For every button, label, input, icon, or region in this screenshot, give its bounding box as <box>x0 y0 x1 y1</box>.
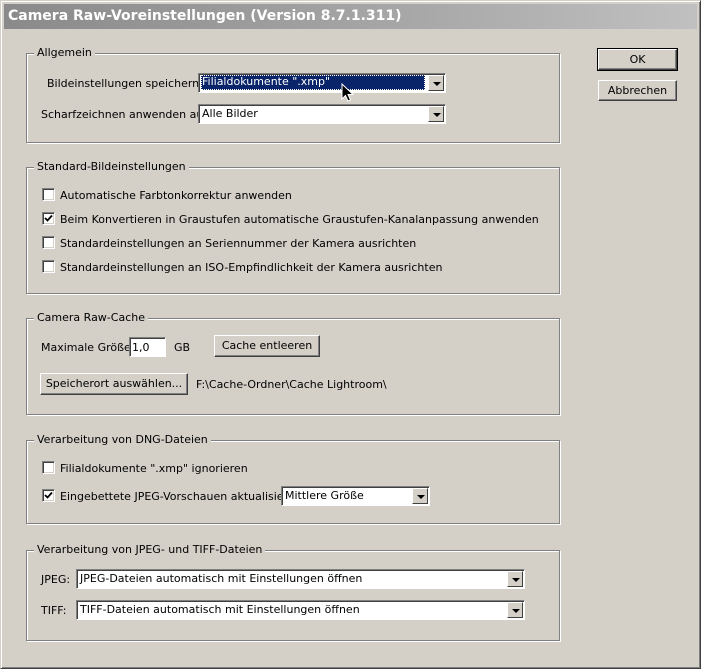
cancel-button[interactable]: Abbrechen <box>598 80 677 101</box>
tiff-handling-select[interactable]: TIFF-Dateien automatisch mit Einstellung… <box>76 600 525 620</box>
tiff-label: TIFF: <box>41 604 67 617</box>
jpeg-handling-value: JPEG-Dateien automatisch mit Einstellung… <box>80 572 363 585</box>
save-settings-select[interactable]: Filialdokumente ".xmp" <box>198 73 446 93</box>
max-size-input[interactable] <box>129 337 166 357</box>
checkmark-icon <box>44 491 53 499</box>
group-dng: Verarbeitung von DNG-Dateien <box>26 433 560 524</box>
checkbox-iso[interactable] <box>42 260 55 273</box>
group-default-settings-title: Standard-Bildeinstellungen <box>34 160 189 173</box>
chevron-down-icon[interactable] <box>428 75 444 91</box>
tiff-handling-value: TIFF-Dateien automatisch mit Einstellung… <box>80 603 360 616</box>
mouse-pointer-icon <box>341 83 355 102</box>
window-title: Camera Raw-Voreinstellungen (Version 8.7… <box>8 8 402 24</box>
checkbox-serial-number[interactable] <box>42 236 55 249</box>
purge-cache-button[interactable]: Cache entleeren <box>214 335 320 357</box>
group-dng-title: Verarbeitung von DNG-Dateien <box>34 433 211 446</box>
sharpen-label: Scharfzeichnen anwenden auf: <box>41 108 211 121</box>
max-size-unit: GB <box>174 341 191 354</box>
preferences-dialog: Camera Raw-Voreinstellungen (Version 8.7… <box>0 0 701 669</box>
checkbox-grayscale-mix-label: Beim Konvertieren in Graustufen automati… <box>60 213 539 226</box>
group-default-settings: Standard-Bildeinstellungen <box>26 160 560 294</box>
max-size-input-field[interactable] <box>130 338 165 356</box>
checkbox-iso-label: Standardeinstellungen an ISO-Empfindlich… <box>60 261 443 274</box>
preview-size-value: Mittlere Größe <box>285 489 364 502</box>
checkbox-update-previews-label: Eingebettete JPEG-Vorschauen aktualisier… <box>60 490 306 503</box>
group-jpeg-tiff: Verarbeitung von JPEG- und TIFF-Dateien <box>26 543 560 641</box>
preview-size-select[interactable]: Mittlere Größe <box>281 486 430 506</box>
sharpen-value: Alle Bilder <box>202 107 258 120</box>
checkbox-ignore-xmp-label: Filialdokumente ".xmp" ignorieren <box>60 462 248 475</box>
checkbox-auto-tone-label: Automatische Farbtonkorrektur anwenden <box>60 189 292 202</box>
group-cache: Camera Raw-Cache <box>26 311 560 415</box>
save-settings-value: Filialdokumente ".xmp" <box>201 75 425 90</box>
ok-button[interactable]: OK <box>597 48 678 71</box>
chevron-down-icon[interactable] <box>507 571 523 587</box>
jpeg-handling-select[interactable]: JPEG-Dateien automatisch mit Einstellung… <box>76 569 525 589</box>
group-cache-title: Camera Raw-Cache <box>34 311 148 324</box>
chevron-down-icon[interactable] <box>507 602 523 618</box>
group-general: Allgemein <box>26 46 560 143</box>
checkbox-auto-tone[interactable] <box>42 188 55 201</box>
jpeg-label: JPEG: <box>41 573 71 586</box>
checkbox-serial-number-label: Standardeinstellungen an Seriennummer de… <box>60 237 417 250</box>
checkbox-update-previews[interactable] <box>42 489 55 502</box>
chevron-down-icon[interactable] <box>428 106 444 122</box>
cache-location-path: F:\Cache-Ordner\Cache Lightroom\ <box>196 378 387 391</box>
group-jpeg-tiff-title: Verarbeitung von JPEG- und TIFF-Dateien <box>34 543 266 556</box>
max-size-label: Maximale Größe: <box>41 341 135 354</box>
save-settings-label: Bildeinstellungen speichern in: <box>47 77 217 90</box>
title-bar[interactable]: Camera Raw-Voreinstellungen (Version 8.7… <box>4 4 697 29</box>
checkmark-icon <box>44 214 53 222</box>
checkbox-grayscale-mix[interactable] <box>42 212 55 225</box>
group-general-title: Allgemein <box>34 46 95 59</box>
select-location-button[interactable]: Speicherort auswählen... <box>40 373 188 395</box>
checkbox-ignore-xmp[interactable] <box>42 461 55 474</box>
chevron-down-icon[interactable] <box>412 488 428 504</box>
sharpen-select[interactable]: Alle Bilder <box>198 104 446 124</box>
